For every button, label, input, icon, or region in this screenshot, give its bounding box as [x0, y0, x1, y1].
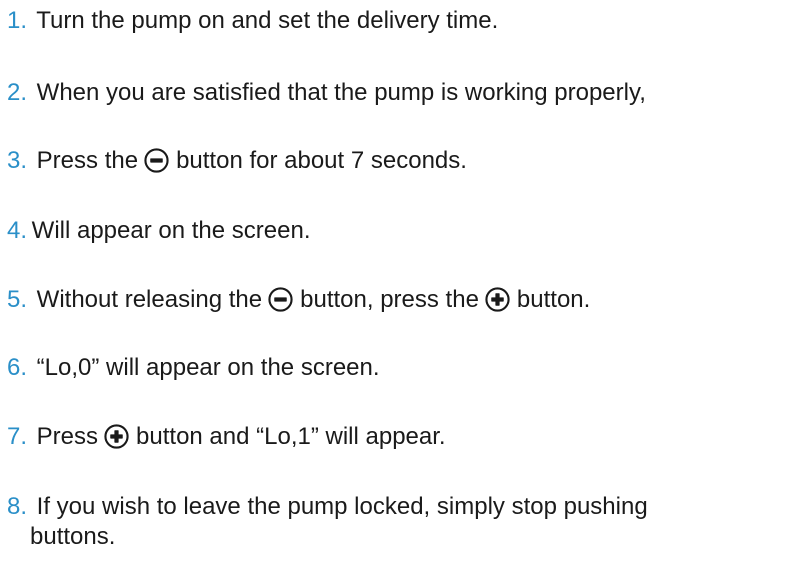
minus-circle-icon: [268, 287, 293, 312]
step-number: 3.: [7, 147, 28, 174]
step-text-pre: Press the: [36, 147, 139, 174]
step-6: 6. “Lo,0” will appear on the screen.: [7, 354, 380, 382]
step-number: 2.: [7, 79, 28, 106]
step-8: 8. If you wish to leave the pump locked,…: [7, 493, 648, 521]
step-text: Turn the pump on and set the delivery ti…: [36, 7, 499, 34]
step-text-post: button and “Lo,1” will appear.: [136, 423, 446, 450]
step-3: 3. Press the button for about 7 seconds.: [7, 147, 467, 175]
step-7: 7. Press button and “Lo,1” will appear.: [7, 423, 446, 451]
step-text: If you wish to leave the pump locked, si…: [36, 493, 648, 520]
step-1: 1. Turn the pump on and set the delivery…: [7, 7, 498, 35]
step-text-post: button for about 7 seconds.: [176, 147, 467, 174]
plus-circle-icon: [104, 424, 129, 449]
step-number: 4.: [7, 217, 28, 244]
step-number: 1.: [7, 7, 28, 34]
step-text: When you are satisfied that the pump is …: [36, 79, 646, 106]
step-text-mid: button, press the: [300, 286, 479, 313]
step-5: 5. Without releasing the button, press th…: [7, 286, 590, 314]
minus-circle-icon: [144, 148, 169, 173]
step-text: Will appear on the screen.: [31, 217, 311, 244]
instruction-list: 1. Turn the pump on and set the delivery…: [0, 0, 806, 573]
plus-circle-icon: [485, 287, 510, 312]
step-2: 2. When you are satisfied that the pump …: [7, 79, 646, 107]
step-text-pre: Without releasing the: [36, 286, 263, 313]
step-text: “Lo,0” will appear on the screen.: [36, 354, 380, 381]
step-number: 6.: [7, 354, 28, 381]
step-text-pre: Press: [36, 423, 99, 450]
step-number: 7.: [7, 423, 28, 450]
step-4: 4. Will appear on the screen.: [7, 217, 310, 245]
step-text-post: button.: [516, 286, 591, 313]
step-number: 5.: [7, 286, 28, 313]
step-8-continuation: buttons.: [30, 523, 116, 550]
step-number: 8.: [7, 493, 28, 520]
